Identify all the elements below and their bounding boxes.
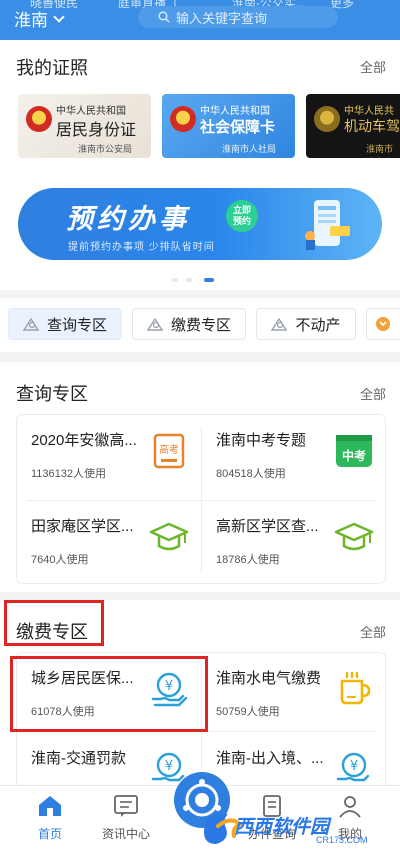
- yuan-hand-icon: ¥: [336, 752, 370, 782]
- tab-label: 不动产: [295, 316, 341, 334]
- id-card-top: 中华人民共和国: [56, 106, 126, 117]
- query-zone-title: 查询专区: [16, 384, 88, 404]
- search-icon: [22, 317, 40, 331]
- service-name: 田家庵区学区...: [31, 518, 134, 535]
- query-zone-more-link[interactable]: 全部: [360, 384, 386, 403]
- tab-payment-zone[interactable]: 缴费专区: [132, 308, 246, 340]
- tab-more[interactable]: [366, 308, 400, 340]
- tab-label: 缴费专区: [170, 316, 231, 334]
- appointment-badge: 立即 预约: [226, 200, 258, 232]
- carousel-dot-active: [204, 278, 214, 282]
- service-item-gaoxin-school[interactable]: 高新区学区查... 18786人使用: [202, 501, 386, 586]
- badge-line1: 立即: [232, 205, 251, 215]
- query-zone-grid: 2020年安徽高... 1136132人使用 高考 淮南中考专题 804518人…: [16, 414, 386, 584]
- id-card-title: 居民身份证: [56, 122, 137, 139]
- ss-card-top: 中华人民共和国: [200, 106, 270, 117]
- vehicle-license-card[interactable]: 中华人民共 机动车驾 淮南市公安: [306, 94, 400, 158]
- service-usage: 50759人使用: [216, 706, 280, 718]
- service-name: 2020年安徽高...: [31, 432, 137, 449]
- tab-query-zone[interactable]: 查询专区: [8, 308, 122, 340]
- zone-tabs: 查询专区 缴费专区 不动产: [0, 298, 400, 352]
- gaokao-icon: 高考: [153, 433, 185, 469]
- service-item-zhongkao[interactable]: 淮南中考专题 804518人使用 中考: [202, 415, 386, 500]
- svg-text:¥: ¥: [165, 759, 173, 774]
- service-usage: 804518人使用: [216, 468, 286, 480]
- banner-title: 预约办事: [66, 204, 190, 234]
- service-name: 淮南-出入境、...: [216, 750, 324, 767]
- id-card[interactable]: 中华人民共和国 居民身份证 淮南市公安局: [18, 94, 151, 158]
- city-label: 淮南: [14, 11, 48, 30]
- service-name: 淮南水电气缴费: [216, 670, 322, 687]
- id-card-issuer: 淮南市公安局: [78, 144, 133, 154]
- nav-news[interactable]: 资讯中心: [86, 794, 166, 842]
- news-icon: [114, 795, 138, 817]
- graduation-cap-icon: [334, 522, 374, 551]
- vl-card-top: 中华人民共: [344, 106, 394, 117]
- house-icon: [271, 317, 288, 331]
- service-name: 淮南中考专题: [216, 432, 307, 449]
- ss-card-issuer: 淮南市人社局: [222, 144, 277, 154]
- city-selector[interactable]: 淮南: [14, 6, 65, 31]
- watermark-text: 西西软件园: [234, 817, 330, 838]
- service-usage: 18786人使用: [216, 554, 280, 566]
- service-usage: 1136132人使用: [31, 468, 107, 480]
- watermark-url: CR173.COM: [316, 835, 368, 845]
- highlight-box: [10, 656, 208, 732]
- carousel-dot: [186, 278, 192, 282]
- home-icon: [39, 796, 61, 816]
- vl-card-title: 机动车驾: [344, 120, 400, 135]
- phone-illustration-icon: [305, 200, 350, 250]
- nav-label: 资讯中心: [101, 827, 150, 841]
- search-input[interactable]: 输入关键字查询: [138, 6, 338, 28]
- nav-label: 首页: [37, 827, 62, 841]
- graduation-cap-icon: [149, 522, 189, 551]
- carousel-indicator: [0, 278, 400, 284]
- tab-real-estate[interactable]: 不动产: [256, 308, 356, 340]
- appointment-banner[interactable]: 预约办事 立即 预约 提前预约办事项 少排队省时间: [18, 188, 382, 260]
- nav-home[interactable]: 首页: [10, 794, 90, 842]
- banner-subtitle: 提前预约办事项 少排队省时间: [68, 242, 215, 253]
- badge-line2: 预约: [232, 216, 251, 226]
- search-icon: [158, 11, 170, 23]
- service-item-utilities[interactable]: 淮南水电气缴费 50759人使用: [202, 653, 386, 738]
- vl-card-issuer: 淮南市公安: [366, 144, 394, 158]
- national-emblem-icon: [26, 106, 52, 132]
- search-placeholder: 输入关键字查询: [176, 10, 268, 26]
- national-emblem-icon: [170, 106, 196, 132]
- tab-label: 查询专区: [46, 316, 107, 334]
- national-emblem-icon: [314, 106, 340, 132]
- zhongkao-icon: 中考: [336, 435, 372, 467]
- service-name: 淮南-交通罚款: [31, 750, 126, 767]
- service-usage: 7640人使用: [31, 554, 89, 566]
- highlight-box: [4, 600, 104, 646]
- app-header: 晓善便民 庭审直播（ 淮南-公交实... 更多 淮南 输入关键字查询: [0, 0, 400, 40]
- service-item-tianjiaan-school[interactable]: 田家庵区学区... 7640人使用: [17, 501, 201, 586]
- service-name: 高新区学区查...: [216, 518, 319, 535]
- carousel-dot: [172, 278, 178, 282]
- social-security-card[interactable]: 中华人民共和国 社会保障卡 淮南市人社局: [162, 94, 295, 158]
- zhongkao-icon-label: 中考: [342, 448, 366, 463]
- service-item-gaokao[interactable]: 2020年安徽高... 1136132人使用 高考: [17, 415, 201, 500]
- chevron-down-icon: [53, 10, 65, 23]
- gaokao-icon-label: 高考: [159, 443, 179, 456]
- payment-zone-more-link[interactable]: 全部: [360, 622, 386, 641]
- ss-card-title: 社会保障卡: [200, 120, 276, 136]
- chevron-badge-icon: [376, 317, 390, 331]
- svg-text:¥: ¥: [350, 759, 358, 774]
- licenses-more-link[interactable]: 全部: [360, 57, 386, 76]
- cup-icon: [340, 671, 371, 705]
- licenses-title: 我的证照: [16, 58, 88, 78]
- payment-icon: [146, 317, 164, 331]
